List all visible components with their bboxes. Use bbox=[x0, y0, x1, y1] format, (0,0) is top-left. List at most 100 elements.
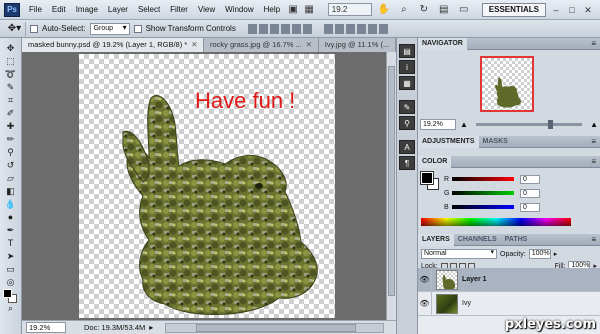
green-slider[interactable] bbox=[452, 191, 514, 195]
layer-visibility-eye-icon[interactable]: 👁 bbox=[418, 291, 432, 316]
align-left-icon[interactable] bbox=[280, 23, 290, 34]
zoom-in-icon[interactable]: ▲ bbox=[590, 120, 598, 129]
maximize-icon[interactable]: □ bbox=[566, 4, 578, 16]
panel-menu-icon[interactable]: ≡ bbox=[591, 39, 596, 48]
navigator-zoom-field[interactable]: 19.2% bbox=[420, 118, 456, 130]
tab-ivy[interactable]: Ivy.jpg @ 11.1% (... bbox=[318, 38, 397, 52]
tab-adjustments[interactable]: ADJUSTMENTS bbox=[418, 135, 479, 148]
zoom-tool-icon[interactable]: ⌕ bbox=[396, 3, 412, 17]
horizontal-scrollbar[interactable] bbox=[165, 322, 384, 333]
tab-paths[interactable]: PATHS bbox=[501, 234, 532, 246]
layer-row-ivy[interactable]: 👁 Ivy bbox=[418, 291, 600, 316]
gradient-tool-icon[interactable]: ◧ bbox=[3, 185, 19, 197]
menu-select[interactable]: Select bbox=[133, 5, 165, 14]
type-tool-icon[interactable]: T bbox=[3, 237, 19, 249]
zoom-out-icon[interactable]: ▲ bbox=[460, 120, 468, 129]
menu-file[interactable]: File bbox=[24, 5, 47, 14]
canvas-area[interactable]: Have fun ! bbox=[22, 52, 396, 320]
align-center-icon[interactable] bbox=[291, 23, 301, 34]
brush-tool-icon[interactable]: ✏ bbox=[3, 133, 19, 145]
3d-rotate-tool-icon[interactable]: ◎ bbox=[3, 276, 19, 288]
layer-row-layer-1[interactable]: 👁 Layer 1 bbox=[418, 267, 600, 292]
brushes-panel-icon[interactable]: ✎ bbox=[399, 100, 415, 114]
status-menu-arrow-icon[interactable]: ▸ bbox=[149, 323, 153, 332]
foreground-color-swatch[interactable] bbox=[3, 289, 12, 298]
history-brush-tool-icon[interactable]: ↺ bbox=[3, 159, 19, 171]
show-transform-checkbox[interactable] bbox=[133, 24, 142, 33]
navigator-thumbnail[interactable] bbox=[480, 56, 534, 112]
opacity-arrow-icon[interactable]: ▸ bbox=[554, 250, 558, 258]
close-tab-icon[interactable]: ✕ bbox=[191, 40, 197, 49]
zoom-tool-icon[interactable]: ⌕ bbox=[3, 302, 19, 314]
tab-layers[interactable]: LAYERS bbox=[418, 233, 454, 246]
clone-source-panel-icon[interactable]: ⚲ bbox=[399, 116, 415, 130]
panel-menu-icon[interactable]: ≡ bbox=[591, 137, 596, 146]
menu-edit[interactable]: Edit bbox=[47, 5, 71, 14]
path-selection-tool-icon[interactable]: ➤ bbox=[3, 250, 19, 262]
dodge-tool-icon[interactable]: ● bbox=[3, 211, 19, 223]
rotate-view-icon[interactable]: ↻ bbox=[416, 3, 432, 17]
bridge-icon[interactable]: ▣ bbox=[285, 3, 301, 17]
crop-tool-icon[interactable]: ⌗ bbox=[3, 94, 19, 106]
blue-slider[interactable] bbox=[452, 205, 514, 209]
distribute-top-icon[interactable] bbox=[323, 23, 333, 34]
eyedropper-tool-icon[interactable]: ✐ bbox=[3, 107, 19, 119]
hand-tool-icon[interactable]: ✋ bbox=[376, 3, 392, 17]
menu-image[interactable]: Image bbox=[71, 5, 103, 14]
color-foreground-swatch[interactable] bbox=[420, 171, 434, 185]
quick-selection-tool-icon[interactable]: ✎ bbox=[3, 81, 19, 93]
layer-name[interactable]: Layer 1 bbox=[462, 276, 487, 283]
red-value-field[interactable]: 0 bbox=[520, 174, 540, 184]
character-panel-icon[interactable]: A bbox=[399, 140, 415, 154]
healing-brush-tool-icon[interactable]: ✚ bbox=[3, 120, 19, 132]
paragraph-panel-icon[interactable]: ¶ bbox=[399, 156, 415, 170]
menu-view[interactable]: View bbox=[193, 5, 220, 14]
move-tool-icon[interactable]: ✥ bbox=[3, 42, 19, 54]
zoom-level-field[interactable]: 19.2 bbox=[327, 3, 372, 16]
layer-visibility-eye-icon[interactable]: 👁 bbox=[418, 267, 432, 292]
distribute-middle-icon[interactable] bbox=[334, 23, 344, 34]
close-icon[interactable]: ✕ bbox=[582, 4, 594, 16]
tab-channels[interactable]: CHANNELS bbox=[454, 234, 501, 246]
menu-layer[interactable]: Layer bbox=[103, 5, 133, 14]
eraser-tool-icon[interactable]: ▱ bbox=[3, 172, 19, 184]
screen-mode-icon[interactable]: ▭ bbox=[456, 3, 472, 17]
swatches-panel-icon[interactable]: ▦ bbox=[399, 76, 415, 90]
blend-mode-dropdown[interactable]: Normal bbox=[421, 249, 497, 259]
marquee-tool-icon[interactable]: ⬚ bbox=[3, 55, 19, 67]
vertical-scroll-thumb[interactable] bbox=[388, 66, 395, 296]
distribute-right-icon[interactable] bbox=[378, 23, 388, 34]
tab-navigator[interactable]: NAVIGATOR bbox=[418, 37, 467, 50]
blur-tool-icon[interactable]: 💧 bbox=[3, 198, 19, 210]
close-tab-icon[interactable]: ✕ bbox=[306, 40, 312, 49]
tab-masked-bunny[interactable]: masked bunny.psd @ 19.2% (Layer 1, RGB/8… bbox=[22, 38, 204, 52]
status-zoom-field[interactable]: 19.2% bbox=[26, 322, 66, 333]
color-spectrum-ramp[interactable] bbox=[421, 218, 571, 226]
green-value-field[interactable]: 0 bbox=[520, 188, 540, 198]
shape-tool-icon[interactable]: ▭ bbox=[3, 263, 19, 275]
tab-rocky-grass[interactable]: rocky grass.jpg @ 16.7% ... ✕ bbox=[203, 38, 319, 52]
document-canvas[interactable]: Have fun ! bbox=[79, 54, 335, 318]
tab-color[interactable]: COLOR bbox=[418, 155, 452, 168]
tab-masks[interactable]: MASKS bbox=[479, 136, 512, 148]
lasso-tool-icon[interactable]: ➰ bbox=[3, 68, 19, 80]
history-panel-icon[interactable]: ▤ bbox=[399, 44, 415, 58]
auto-select-checkbox[interactable] bbox=[30, 24, 38, 33]
layer-name[interactable]: Ivy bbox=[462, 300, 471, 307]
menu-filter[interactable]: Filter bbox=[165, 5, 193, 14]
navigator-zoom-slider[interactable] bbox=[475, 119, 583, 129]
vertical-scrollbar[interactable] bbox=[386, 52, 396, 320]
align-middle-icon[interactable] bbox=[258, 23, 268, 34]
menu-help[interactable]: Help bbox=[259, 5, 285, 14]
opacity-field[interactable]: 100% bbox=[528, 249, 551, 259]
panel-menu-icon[interactable]: ≡ bbox=[591, 235, 596, 244]
distribute-center-icon[interactable] bbox=[367, 23, 377, 34]
mini-bridge-icon[interactable]: ▦ bbox=[301, 3, 317, 17]
align-right-icon[interactable] bbox=[302, 23, 312, 34]
align-top-icon[interactable] bbox=[247, 23, 257, 34]
move-tool-preset-icon[interactable]: ✥▾ bbox=[4, 21, 26, 36]
workspace-switcher[interactable]: ESSENTIALS bbox=[481, 2, 546, 17]
blue-value-field[interactable]: 0 bbox=[520, 202, 540, 212]
align-bottom-icon[interactable] bbox=[269, 23, 279, 34]
clone-stamp-tool-icon[interactable]: ⚲ bbox=[3, 146, 19, 158]
